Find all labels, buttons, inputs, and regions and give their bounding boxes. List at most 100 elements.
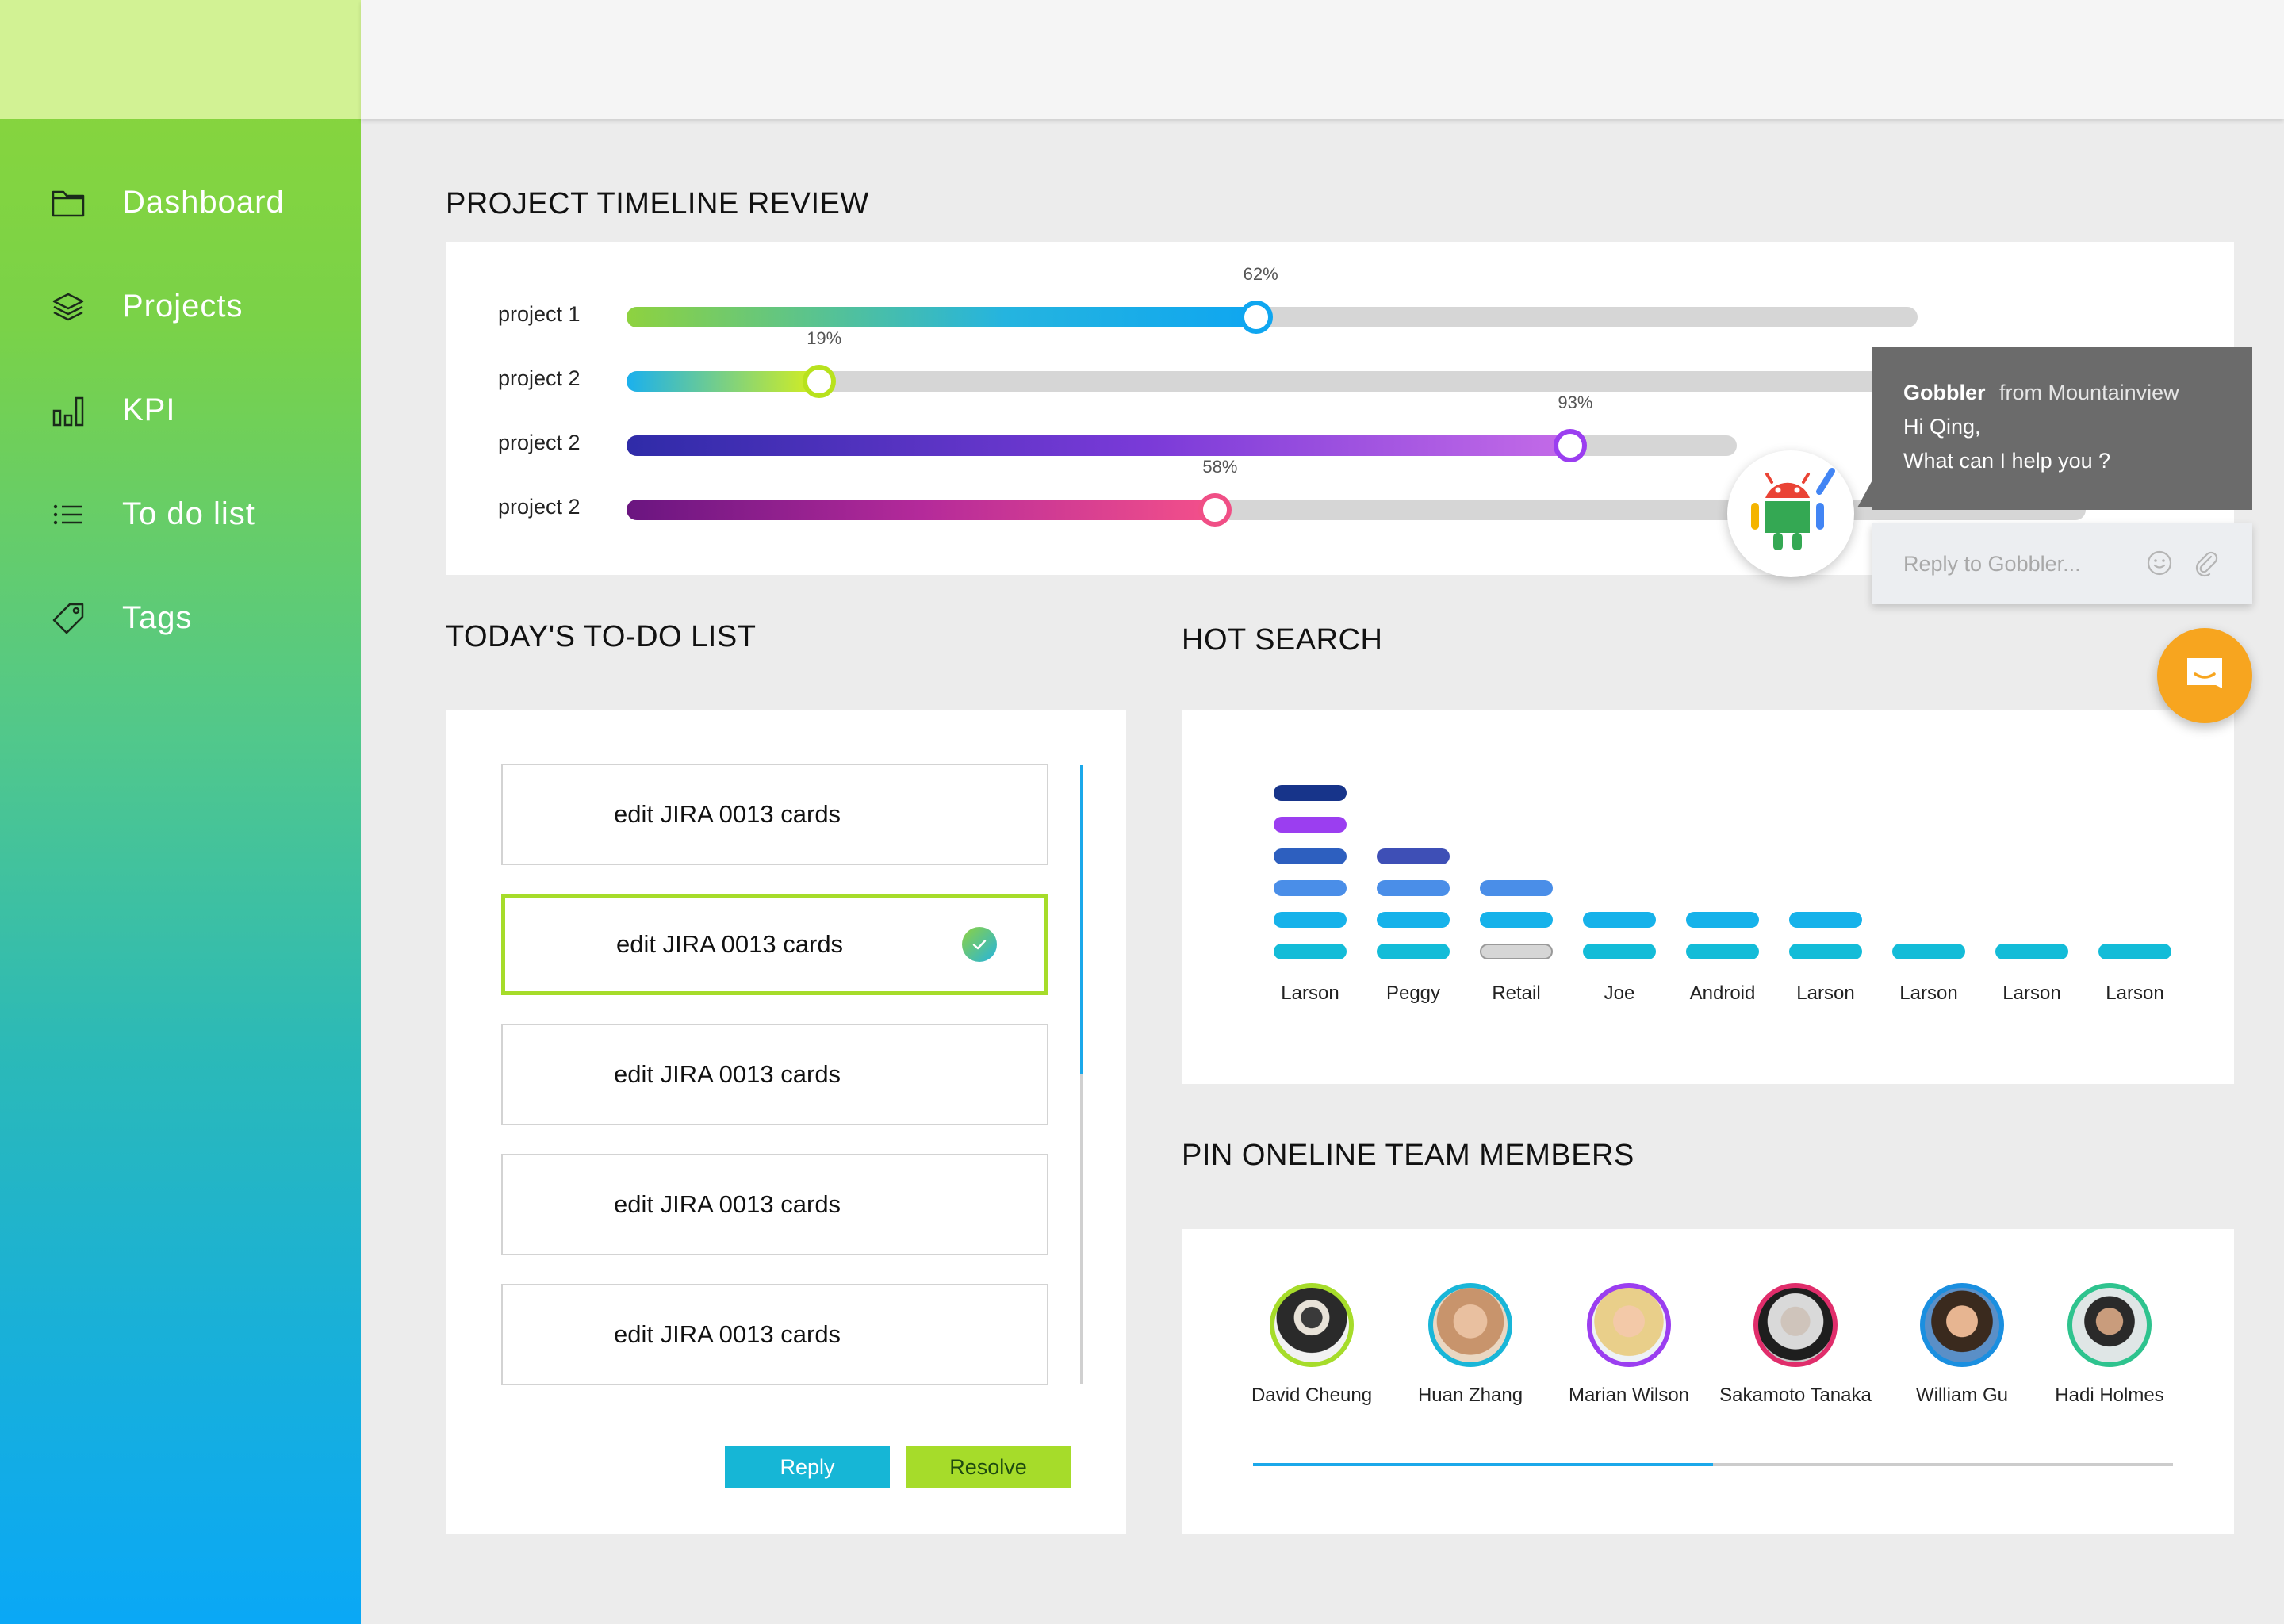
- chat-launcher-button[interactable]: [2157, 628, 2252, 723]
- hot-search-bar: [1686, 944, 1759, 959]
- hot-search-column[interactable]: Larson: [2098, 710, 2171, 1043]
- timeline-progress-fill: [627, 500, 1216, 520]
- hot-search-title: HOT SEARCH: [1182, 623, 1383, 657]
- sidebar-item-todo[interactable]: To do list: [0, 462, 361, 566]
- todo-item-text: edit JIRA 0013 cards: [614, 1060, 841, 1088]
- member-name: Huan Zhang: [1417, 1385, 1523, 1406]
- sidebar-item-label: To do list: [122, 496, 255, 531]
- hot-search-label: Retail: [1492, 982, 1541, 1004]
- timeline-percent: 62%: [1243, 264, 1278, 284]
- hot-search-bar: [1274, 785, 1347, 801]
- member-name: Hadi Holmes: [2055, 1385, 2164, 1406]
- top-bar: [361, 0, 2284, 119]
- todo-scrollbar[interactable]: [1080, 765, 1083, 1384]
- hot-search-bar: [1583, 912, 1656, 928]
- timeline-percent: 93%: [1558, 393, 1593, 412]
- hot-search-bar: [1892, 944, 1965, 959]
- sidebar-item-label: Dashboard: [122, 185, 285, 220]
- timeline-title: PROJECT TIMELINE REVIEW: [446, 187, 869, 220]
- chat-reply-input[interactable]: [1903, 551, 2157, 576]
- todo-item-text: edit JIRA 0013 cards: [614, 800, 841, 828]
- todo-item[interactable]: edit JIRA 0013 cards: [501, 764, 1048, 865]
- sidebar-item-dashboard[interactable]: Dashboard: [0, 151, 361, 255]
- hot-search-column[interactable]: Peggy: [1377, 710, 1450, 1043]
- timeline-progress-fill: [627, 307, 1256, 327]
- team-member[interactable]: Hadi Holmes: [2030, 1283, 2189, 1407]
- hot-search-bar: [1789, 912, 1862, 928]
- hot-search-label: Peggy: [1385, 982, 1441, 1004]
- team-member[interactable]: David Cheung: [1232, 1283, 1391, 1407]
- timeline-slider-knob[interactable]: [1554, 429, 1588, 462]
- timeline-slider-knob[interactable]: [803, 365, 837, 398]
- sidebar-item-kpi[interactable]: KPI: [0, 358, 361, 462]
- sidebar-header: [0, 0, 361, 119]
- todo-item[interactable]: edit JIRA 0013 cards: [501, 1284, 1048, 1385]
- avatar: [1758, 1288, 1833, 1362]
- hot-search-column[interactable]: Joe: [1583, 710, 1656, 1043]
- sidebar-item-tags[interactable]: Tags: [0, 566, 361, 670]
- chat-icon: [2187, 658, 2222, 688]
- timeline-track: 62%: [627, 264, 1918, 334]
- timeline-track: 93%: [627, 393, 1737, 462]
- avatar-ring: [1428, 1283, 1512, 1367]
- team-title: PIN ONELINE TEAM MEMBERS: [1182, 1139, 1634, 1172]
- timeline-project-label: project 2: [498, 366, 581, 390]
- member-name: William Gu: [1915, 1385, 2008, 1406]
- avatar: [1274, 1288, 1349, 1362]
- todo-item[interactable]: edit JIRA 0013 cards: [501, 1154, 1048, 1255]
- hot-search-bar: [2098, 944, 2171, 959]
- todo-item[interactable]: edit JIRA 0013 cards: [501, 894, 1048, 995]
- sidebar-item-label: Projects: [122, 289, 243, 324]
- timeline-slider-knob[interactable]: [1239, 301, 1273, 334]
- team-member[interactable]: Huan Zhang: [1391, 1283, 1550, 1407]
- sidebar-item-projects[interactable]: Projects: [0, 255, 361, 358]
- hot-search-column[interactable]: Android: [1686, 710, 1759, 1043]
- layers-icon: [51, 289, 86, 324]
- chat-sender-location: from Mountainview: [1999, 381, 2179, 404]
- timeline-project-label: project 1: [498, 302, 581, 326]
- resolve-button[interactable]: Resolve: [906, 1446, 1071, 1488]
- avatar-ring: [1587, 1283, 1671, 1367]
- chat-bubble: Gobbler from Mountainview Hi Qing, What …: [1872, 347, 2252, 510]
- android-icon: [1751, 468, 1835, 550]
- team-scroll-thumb[interactable]: [1253, 1463, 1713, 1466]
- bar-chart-icon: [51, 393, 86, 428]
- timeline-progress-fill: [627, 435, 1571, 456]
- timeline-track: 19%: [627, 328, 1918, 398]
- hot-search-column[interactable]: Larson: [1274, 710, 1347, 1043]
- hot-search-column[interactable]: Retail: [1480, 710, 1553, 1043]
- team-member[interactable]: Sakamoto Tanaka: [1716, 1283, 1875, 1407]
- hot-search-bar: [1274, 817, 1347, 833]
- avatar: [1925, 1288, 1999, 1362]
- hot-search-bar: [1480, 944, 1553, 959]
- reply-button[interactable]: Reply: [725, 1446, 890, 1488]
- team-member[interactable]: Marian Wilson: [1550, 1283, 1708, 1407]
- tag-icon: [51, 601, 86, 636]
- avatar: [2072, 1288, 2147, 1362]
- hot-search-column[interactable]: Larson: [1892, 710, 1965, 1043]
- bot-avatar[interactable]: [1727, 450, 1854, 577]
- timeline-slider-knob[interactable]: [1198, 493, 1232, 527]
- hot-search-column[interactable]: Larson: [1789, 710, 1862, 1043]
- team-member[interactable]: William Gu: [1883, 1283, 2041, 1407]
- paperclip-icon[interactable]: [2192, 549, 2219, 581]
- folder-icon: [51, 186, 86, 220]
- avatar: [1592, 1288, 1666, 1362]
- team-scroll-track[interactable]: [1253, 1463, 2173, 1466]
- member-name: Marian Wilson: [1568, 1385, 1690, 1406]
- todo-scrollbar-thumb[interactable]: [1080, 765, 1083, 1074]
- hot-search-bar: [1274, 848, 1347, 864]
- list-icon: [51, 497, 86, 532]
- chat-message-line: Hi Qing,: [1903, 415, 1981, 439]
- todo-item-text: edit JIRA 0013 cards: [614, 1320, 841, 1348]
- chat-bubble-tail: [1857, 476, 1875, 508]
- timeline-row: project 1 62%: [446, 264, 2234, 354]
- hot-search-bar: [1377, 944, 1450, 959]
- timeline-project-label: project 2: [498, 495, 581, 519]
- emoji-icon[interactable]: [2146, 550, 2173, 580]
- todo-item[interactable]: edit JIRA 0013 cards: [501, 1024, 1048, 1125]
- hot-search-column[interactable]: Larson: [1995, 710, 2068, 1043]
- sidebar-item-label: Tags: [122, 600, 193, 635]
- hot-search-label: Larson: [1281, 982, 1339, 1004]
- hot-search-bar: [1274, 880, 1347, 896]
